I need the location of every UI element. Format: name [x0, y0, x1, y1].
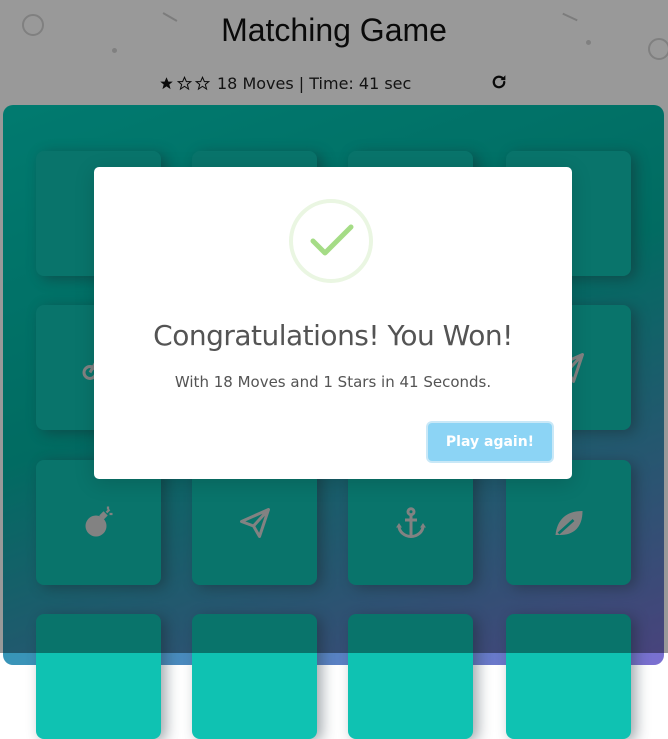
dialog-message: With 18 Moves and 1 Stars in 41 Seconds. [174, 373, 492, 391]
win-dialog: Congratulations! You Won! With 18 Moves … [94, 167, 572, 479]
success-icon [289, 199, 373, 283]
play-again-button[interactable]: Play again! [428, 423, 552, 461]
dialog-title: Congratulations! You Won! [153, 319, 513, 352]
checkmark-icon [310, 224, 354, 256]
